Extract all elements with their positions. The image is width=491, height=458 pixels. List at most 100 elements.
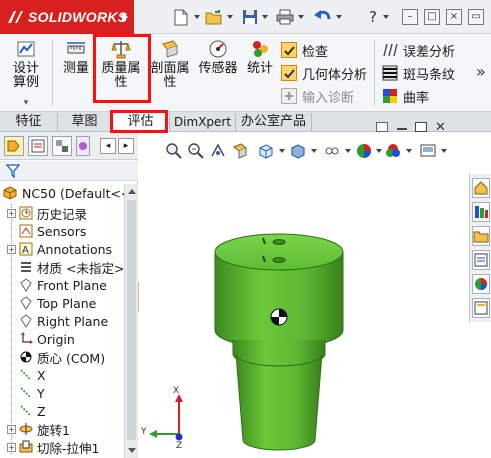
import-diagnostics-button[interactable]: 输入诊断 [281, 86, 354, 106]
property-manager-tab-icon[interactable] [28, 136, 48, 156]
scroll-right-icon[interactable]: ▸ [118, 138, 134, 154]
tree-filter-bar[interactable] [0, 161, 138, 181]
tab-sketch[interactable]: 草图 [58, 113, 112, 132]
tree-root-part[interactable]: NC50 (Default<< [2, 184, 124, 202]
apply-scene-icon[interactable] [384, 142, 402, 160]
scroll-left-icon[interactable]: ◂ [100, 138, 116, 154]
part-icon [3, 186, 17, 200]
home-icon[interactable] [472, 178, 490, 198]
part-model-view[interactable] [199, 222, 359, 458]
tree-item-revolve1[interactable]: + 旋转1 [0, 420, 124, 438]
print-icon[interactable] [276, 8, 294, 26]
configuration-manager-tab-icon[interactable] [52, 136, 72, 156]
design-study-button[interactable]: 设计算例 ▾ [6, 38, 46, 110]
save-icon[interactable] [241, 8, 259, 26]
filter-icon[interactable] [6, 164, 20, 178]
mass-properties-icon [111, 41, 131, 59]
edit-appearance-icon[interactable] [355, 142, 373, 160]
tab-dimxpert[interactable]: DimXpert [170, 113, 236, 132]
file-explorer-icon[interactable] [472, 226, 490, 246]
zoom-to-fit-icon[interactable] [165, 142, 183, 160]
solidworks-menu-button[interactable]: SOLIDWORKS [0, 0, 134, 34]
tab-evaluate[interactable]: 评估 [112, 113, 170, 132]
viewport-close-button[interactable]: ✕ [435, 120, 446, 135]
display-manager-tab-icon[interactable] [76, 136, 90, 156]
geometry-analysis-button[interactable]: 几何体分析 [281, 63, 367, 83]
center-of-mass-icon [18, 350, 33, 365]
custom-properties-icon[interactable] [472, 298, 490, 318]
window-menu-button[interactable]: ▭ [468, 9, 484, 25]
brand-name: SOLIDWORKS [28, 9, 128, 25]
undo-icon[interactable] [314, 8, 332, 26]
sensor-label: 传感器 [198, 61, 238, 76]
tab-features[interactable]: 特征 [0, 113, 58, 132]
zoom-to-area-icon[interactable] [187, 142, 205, 160]
statistics-button[interactable]: 统计 [244, 38, 276, 76]
section-view-icon[interactable] [231, 142, 249, 160]
close-button[interactable]: × [446, 9, 462, 25]
tree-item-material[interactable]: 材质 <未指定> [0, 258, 124, 276]
material-icon [18, 260, 33, 275]
scroll-down-icon[interactable] [128, 448, 136, 453]
part-name: NC50 (Default<< [22, 185, 124, 201]
check-button[interactable]: 检查 [281, 40, 328, 60]
tree-item-history[interactable]: + 历史记录 [0, 204, 124, 222]
section-properties-icon [162, 40, 178, 58]
origin-icon [18, 332, 33, 347]
axis-icon [18, 404, 33, 419]
expand-toggle[interactable]: + [7, 442, 16, 452]
viewport-tile-button[interactable] [376, 122, 388, 132]
deviation-analysis-button[interactable]: 误差分析 [382, 40, 455, 60]
tree-item-top-plane[interactable]: Top Plane [0, 294, 124, 312]
curvature-button[interactable]: 曲率 [382, 86, 429, 106]
open-folder-icon[interactable] [205, 8, 223, 26]
check-icon [281, 42, 297, 58]
previous-view-icon[interactable] [209, 142, 227, 160]
scroll-up-icon[interactable] [128, 189, 136, 194]
graphics-area[interactable]: ✕ X Y Z [139, 120, 491, 458]
mass-properties-button[interactable]: 质量属性 [96, 38, 146, 90]
scrollbar-thumb[interactable] [127, 200, 136, 440]
tree-item-sensors[interactable]: Sensors [0, 222, 124, 240]
sensor-button[interactable]: 传感器 [196, 38, 240, 76]
triad-x-label: X [173, 386, 180, 396]
viewport-maximize-button[interactable] [415, 122, 427, 132]
display-style-icon[interactable] [289, 142, 307, 160]
tree-item-annotations[interactable]: + A Annotations [0, 240, 124, 258]
import-diagnostics-label: 输入诊断 [302, 90, 355, 106]
tree-item-right-plane[interactable]: Right Plane [0, 312, 124, 330]
hide-show-items-icon[interactable] [323, 142, 341, 160]
appearances-icon[interactable] [472, 274, 490, 294]
expand-toggle[interactable]: + [7, 208, 16, 218]
viewport-minimize-button[interactable] [397, 122, 407, 130]
measure-button[interactable]: 测量 [60, 38, 92, 76]
design-study-icon [17, 41, 35, 57]
restore-button[interactable]: □ [424, 9, 440, 25]
expand-toggle[interactable]: + [7, 424, 16, 434]
design-library-icon[interactable] [472, 202, 490, 222]
expand-toggle[interactable]: + [7, 244, 16, 254]
view-orientation-icon[interactable] [257, 142, 275, 160]
tree-item-axis-x[interactable]: X [0, 366, 124, 384]
tree-item-com[interactable]: 质心 (COM) [0, 348, 124, 366]
more-commands-button[interactable]: » [476, 62, 486, 81]
view-palette-icon[interactable] [472, 250, 490, 270]
tree-item-axis-y[interactable]: Y [0, 384, 124, 402]
tab-office-products[interactable]: 办公室产品 [236, 113, 312, 132]
tree-item-label: 历史记录 [37, 206, 88, 222]
tree-item-cut-extrude1[interactable]: + 切除-拉伸1 [0, 438, 124, 456]
feature-tree-tab-icon[interactable] [4, 136, 24, 156]
tree-item-axis-z[interactable]: Z [0, 402, 124, 420]
mass-properties-label: 质量属性 [101, 61, 141, 90]
view-settings-icon[interactable] [419, 142, 437, 160]
help-icon[interactable]: ? [364, 8, 382, 26]
zebra-stripes-button[interactable]: 斑马条纹 [382, 63, 455, 83]
tree-item-front-plane[interactable]: Front Plane [0, 276, 124, 294]
minimize-button[interactable]: – [402, 9, 418, 25]
feature-tree-scrollbar[interactable] [124, 184, 138, 458]
section-properties-button[interactable]: 剖面属性 [150, 38, 190, 90]
statistics-label: 统计 [246, 61, 273, 76]
new-document-icon[interactable] [172, 8, 190, 26]
tree-item-origin[interactable]: Origin [0, 330, 124, 348]
